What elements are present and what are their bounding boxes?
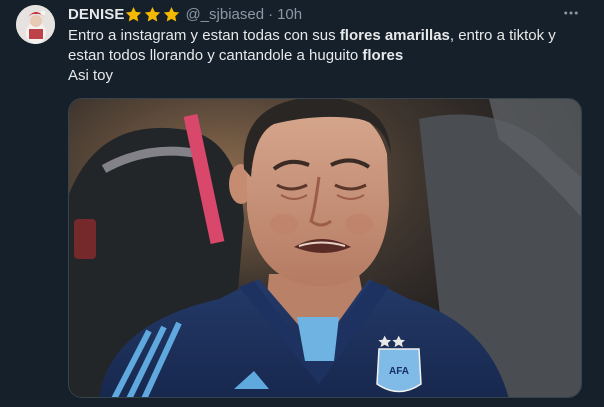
text-segment: , entro a tiktok y xyxy=(449,27,556,44)
tweet-header: DENISE @_sjbiased · 10h xyxy=(68,4,302,24)
user-avatar[interactable] xyxy=(16,5,55,44)
text-bold-segment: flores xyxy=(362,47,404,64)
star-icon xyxy=(164,6,180,22)
user-handle[interactable]: @_sjbiased xyxy=(185,6,264,23)
tweet-text-line-2: estan todos llorando y cantandole a hugu… xyxy=(68,46,588,66)
display-name[interactable]: DENISE xyxy=(68,6,124,23)
tweet-text-line-3: Asi toy xyxy=(68,67,114,84)
separator-dot: · xyxy=(268,5,274,23)
star-icon xyxy=(126,6,142,22)
text-bold-segment: flores amarillas xyxy=(339,27,450,44)
more-options-button[interactable] xyxy=(560,3,582,23)
tweet-media-photo[interactable]: AFA xyxy=(68,98,582,398)
more-icon xyxy=(564,11,578,15)
timestamp[interactable]: 10h xyxy=(277,6,302,23)
star-icon xyxy=(145,6,161,22)
tweet-text: Entro a instagram y estan todas con sus … xyxy=(68,26,588,86)
avatar-image xyxy=(16,5,55,44)
crying-man-photo: AFA xyxy=(69,99,581,397)
tweet[interactable]: DENISE @_sjbiased · 10h Entro a instagra… xyxy=(0,0,604,407)
crest-text: AFA xyxy=(389,366,409,377)
badge-group xyxy=(124,5,181,24)
text-segment: estan todos llorando y cantandole a hugu… xyxy=(68,47,363,64)
tweet-text-line-1: Entro a instagram y estan todas con sus … xyxy=(68,26,588,46)
text-segment: Entro a instagram y estan todas con sus xyxy=(68,27,340,44)
